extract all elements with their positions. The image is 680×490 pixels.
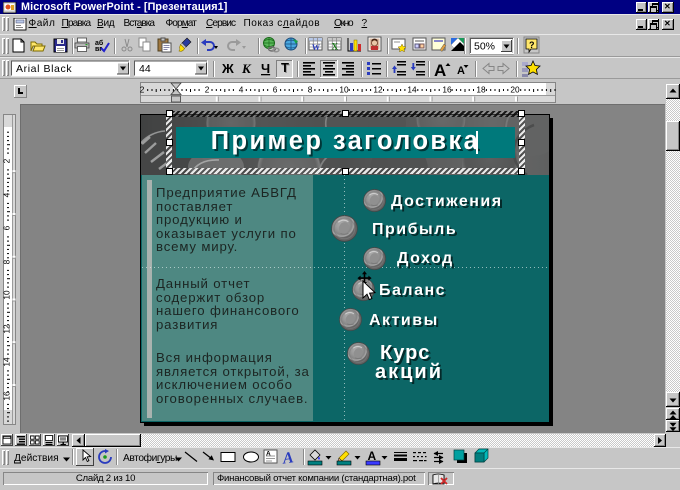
svg-text:A: A xyxy=(266,451,271,458)
svg-text:A: A xyxy=(281,449,295,468)
svg-text:Действия: Действия xyxy=(14,453,59,464)
svg-text:Автофигуры: Автофигуры xyxy=(123,452,177,464)
